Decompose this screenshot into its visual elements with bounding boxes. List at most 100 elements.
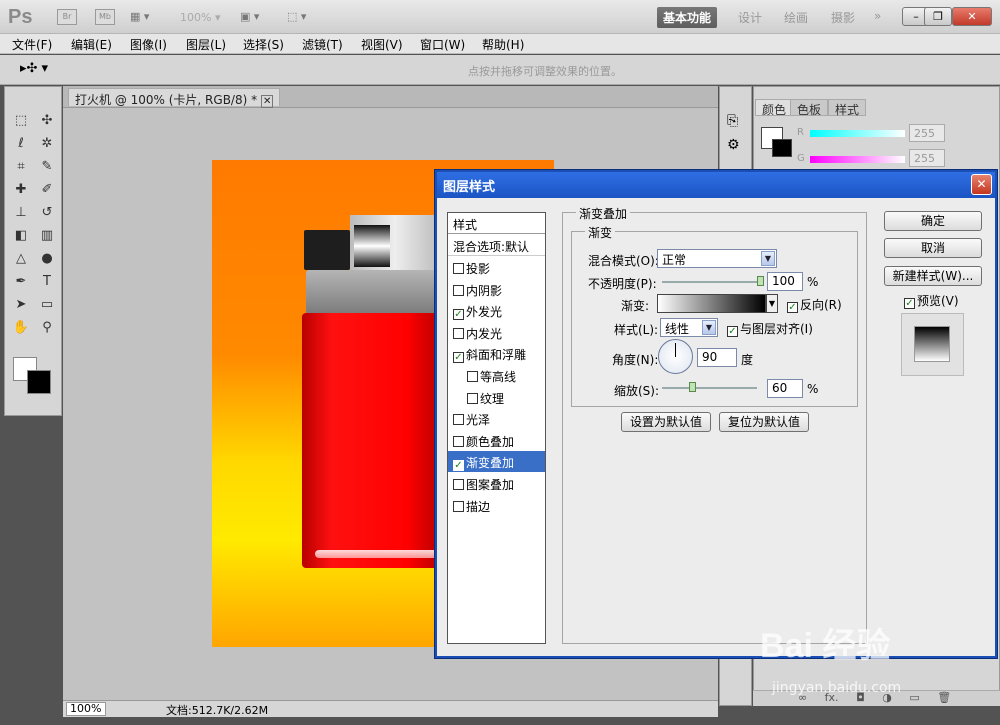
move-tool-icon[interactable]: ✣ <box>36 111 58 131</box>
style-checkbox-icon[interactable] <box>453 263 464 274</box>
view-extras-dropdown[interactable]: ▦ ▾ <box>130 10 149 23</box>
set-default-button[interactable]: 设置为默认值 <box>621 412 711 432</box>
workspace-photography[interactable]: 摄影 <box>825 7 861 28</box>
style-checkbox-icon[interactable] <box>453 284 464 296</box>
style-checkbox-icon[interactable] <box>467 392 478 404</box>
brush-tool-icon[interactable]: ✐ <box>36 180 58 200</box>
move-tool-preset-icon[interactable]: ▸✣ ▾ <box>20 61 48 76</box>
healing-brush-icon[interactable]: ✚ <box>10 180 32 200</box>
ok-button[interactable]: 确定 <box>884 211 982 231</box>
gradient-style-select[interactable]: 线性 ▼ <box>660 318 718 337</box>
gradient-dropdown-icon[interactable]: ▼ <box>766 294 778 313</box>
opacity-slider[interactable] <box>662 281 762 283</box>
menu-file[interactable]: 文件(F) <box>12 36 52 53</box>
cancel-button[interactable]: 取消 <box>884 238 982 258</box>
zoom-level-dropdown[interactable]: 100% ▾ <box>180 11 220 24</box>
gradient-picker[interactable] <box>657 294 766 313</box>
actions-panel-icon[interactable]: ⚙ <box>727 137 751 153</box>
workspace-painting[interactable]: 绘画 <box>778 7 814 28</box>
angle-input[interactable]: 90 <box>697 348 737 367</box>
style-item[interactable]: 光泽 <box>448 408 545 429</box>
r-channel-value[interactable]: 255 <box>909 124 945 142</box>
style-checkbox-icon[interactable] <box>453 479 464 490</box>
type-tool-icon[interactable]: T <box>36 272 58 292</box>
eraser-icon[interactable]: ◧ <box>10 226 32 246</box>
blur-tool-icon[interactable]: △ <box>10 249 32 269</box>
style-item[interactable]: ✓ 斜面和浮雕 <box>448 343 545 364</box>
new-style-button[interactable]: 新建样式(W)... <box>884 266 982 286</box>
bridge-icon[interactable]: Br <box>57 9 77 25</box>
align-checkbox[interactable]: ✓ 与图层对齐(I) <box>727 320 813 337</box>
arrange-documents-dropdown[interactable]: ▣ ▾ <box>240 10 259 23</box>
angle-dial[interactable] <box>658 339 693 374</box>
style-item[interactable]: 描边 <box>448 495 545 516</box>
style-item[interactable]: 颜色叠加 <box>448 430 545 451</box>
style-checkbox-icon[interactable] <box>453 435 464 447</box>
r-channel-slider[interactable] <box>810 130 905 137</box>
zoom-tool-icon[interactable]: ⚲ <box>36 318 58 338</box>
style-checkbox-icon[interactable]: ✓ <box>453 309 464 321</box>
menu-window[interactable]: 窗口(W) <box>420 36 465 53</box>
style-item[interactable]: 内阴影 <box>448 279 545 300</box>
style-item[interactable]: ✓ 渐变叠加 <box>448 451 545 473</box>
style-item[interactable]: 投影 <box>448 257 545 278</box>
pen-tool-icon[interactable]: ✒ <box>10 272 32 292</box>
menu-select[interactable]: 选择(S) <box>243 36 284 53</box>
style-item[interactable]: 内发光 <box>448 322 545 343</box>
hand-tool-icon[interactable]: ✋ <box>10 318 32 338</box>
blend-mode-select[interactable]: 正常 ▼ <box>657 249 777 268</box>
eyedropper-icon[interactable]: ✎ <box>36 157 58 177</box>
scale-input[interactable]: 60 <box>767 379 803 398</box>
blending-options-item[interactable]: 混合选项:默认 <box>448 235 545 256</box>
style-checkbox-icon[interactable] <box>453 500 464 512</box>
style-item[interactable]: 等高线 <box>448 365 545 386</box>
more-workspaces-button[interactable]: » <box>868 7 887 28</box>
opacity-input[interactable]: 100 <box>767 272 803 291</box>
scale-slider[interactable] <box>662 387 757 389</box>
tab-swatches[interactable]: 色板 <box>790 99 829 117</box>
tab-styles[interactable]: 样式 <box>828 99 867 117</box>
style-checkbox-icon[interactable] <box>453 327 464 339</box>
marquee-tool-icon[interactable]: ⬚ <box>10 111 32 131</box>
dialog-close-button[interactable]: ✕ <box>971 174 992 195</box>
scale-slider-thumb[interactable] <box>689 382 696 392</box>
new-group-icon[interactable]: ▭ <box>909 691 919 704</box>
g-channel-slider[interactable] <box>810 156 905 163</box>
dodge-tool-icon[interactable]: ● <box>36 249 58 269</box>
history-brush-icon[interactable]: ↺ <box>36 203 58 223</box>
trash-icon[interactable]: 🗑 <box>937 691 951 704</box>
tab-color[interactable]: 颜色 <box>755 99 794 117</box>
g-channel-value[interactable]: 255 <box>909 149 945 167</box>
style-checkbox-icon[interactable]: ✓ <box>453 460 464 472</box>
menu-view[interactable]: 视图(V) <box>361 36 403 53</box>
style-checkbox-icon[interactable]: ✓ <box>453 352 464 364</box>
style-item[interactable]: 图案叠加 <box>448 473 545 494</box>
menu-layer[interactable]: 图层(L) <box>186 36 226 53</box>
shape-tool-icon[interactable]: ▭ <box>36 295 58 315</box>
path-select-icon[interactable]: ➤ <box>10 295 32 315</box>
workspace-essentials[interactable]: 基本功能 <box>657 7 718 28</box>
stamp-tool-icon[interactable]: ⊥ <box>10 203 32 223</box>
menu-image[interactable]: 图像(I) <box>130 36 167 53</box>
styles-list-header[interactable]: 样式 <box>448 213 545 234</box>
style-item[interactable]: 纹理 <box>448 387 545 408</box>
screen-mode-dropdown[interactable]: ⬚ ▾ <box>287 10 306 23</box>
crop-tool-icon[interactable]: ⌗ <box>10 157 32 177</box>
style-checkbox-icon[interactable] <box>453 414 464 426</box>
preview-checkbox[interactable]: ✓ 预览(V) <box>904 292 959 309</box>
workspace-design[interactable]: 设计 <box>732 7 768 28</box>
close-app-button[interactable]: ✕ <box>952 7 992 26</box>
lasso-tool-icon[interactable]: ℓ <box>10 134 32 154</box>
gradient-tool-icon[interactable]: ▥ <box>36 226 58 246</box>
background-color-swatch[interactable] <box>27 370 51 394</box>
panel-background-swatch[interactable] <box>772 139 792 157</box>
restore-button[interactable]: ❐ <box>924 7 952 26</box>
opacity-slider-thumb[interactable] <box>757 276 764 286</box>
status-zoom-field[interactable]: 100% <box>66 702 106 716</box>
magic-wand-icon[interactable]: ✲ <box>36 134 58 154</box>
style-item[interactable]: ✓ 外发光 <box>448 300 545 321</box>
mini-bridge-icon[interactable]: Mb <box>95 9 115 25</box>
reset-default-button[interactable]: 复位为默认值 <box>719 412 809 432</box>
menu-filter[interactable]: 滤镜(T) <box>302 36 343 53</box>
menu-help[interactable]: 帮助(H) <box>482 36 524 53</box>
